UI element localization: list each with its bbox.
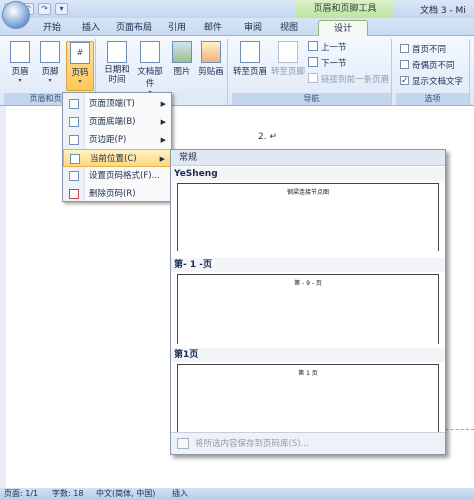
footer-button[interactable]: 页脚 ▾ [36, 41, 64, 91]
group-label-options: 选项 [396, 93, 469, 105]
quick-parts-icon [140, 41, 160, 63]
gallery-option-yesheng[interactable]: 钢梁连接节点图 [177, 183, 439, 251]
gallery-option-dash-page[interactable]: 第 - 9 - 页 [177, 274, 439, 344]
clip-art-button[interactable]: 剪贴画 [196, 41, 226, 91]
ribbon-tabs: 开始 插入 页面布局 引用 邮件 审阅 视图 设计 [0, 18, 474, 36]
current-position-icon [70, 154, 80, 164]
document-text: 2. ↵ [258, 132, 277, 142]
menu-item-bottom-of-page[interactable]: 页面底端(B) ▶ [63, 113, 171, 131]
status-insert-mode[interactable]: 插入 [172, 488, 188, 500]
remove-icon [69, 189, 79, 199]
page-bottom-icon [69, 117, 79, 127]
office-button[interactable] [2, 1, 30, 29]
header-icon [10, 41, 30, 63]
gallery-section-title: 第- 1 -页 [171, 258, 445, 272]
goto-footer-icon [278, 41, 298, 63]
checkbox-checked-icon [400, 74, 409, 88]
clip-art-icon [201, 41, 221, 63]
tab-view[interactable]: 视图 [274, 20, 304, 36]
checkbox-icon [400, 44, 409, 53]
tab-references[interactable]: 引用 [162, 20, 192, 36]
goto-header-button[interactable]: 转至页眉 [232, 41, 268, 91]
link-icon [308, 73, 318, 83]
gallery-header: 常规 [171, 150, 445, 166]
group-label-navigation: 导航 [232, 93, 391, 105]
navigation-group: 转至页眉 转至页脚 上一节 下一节 链接到前一条页眉 导航 [232, 39, 392, 105]
current-position-gallery: 常规 YeSheng 钢梁连接节点图 第- 1 -页 第 - 9 - 页 第1页… [170, 149, 446, 455]
thumbnail-caption: 第 1 页 [298, 370, 318, 377]
link-previous-button[interactable]: 链接到前一条页眉 [308, 73, 389, 87]
page-number-menu: 页面顶端(T) ▶ 页面底端(B) ▶ 页边距(P) ▶ 当前位置(C) ▶ 设… [62, 92, 172, 202]
document-title: 文档 3 - Mi [420, 6, 466, 16]
page-top-icon [69, 99, 79, 109]
page-number-icon: # [70, 42, 90, 64]
submenu-arrow-icon: ▶ [160, 118, 166, 126]
submenu-arrow-icon: ▶ [159, 155, 165, 163]
date-time-button[interactable]: 日期和 时间 [102, 41, 132, 91]
thumbnail-caption: 钢梁连接节点图 [286, 189, 329, 196]
thumbnail-caption: 第 - 9 - 页 [294, 280, 322, 287]
redo-icon[interactable]: ↷ [38, 3, 51, 15]
previous-section-button[interactable]: 上一节 [308, 41, 347, 55]
menu-item-page-margins[interactable]: 页边距(P) ▶ [63, 131, 171, 149]
odd-even-different-checkbox[interactable]: 奇偶页不同 [400, 59, 455, 73]
header-button[interactable]: 页眉 ▾ [6, 41, 34, 91]
tab-page-layout[interactable]: 页面布局 [112, 20, 156, 36]
save-gallery-icon [177, 438, 189, 449]
status-bar: 页面: 1/1 字数: 18 中文(简体, 中国) 插入 [0, 488, 474, 500]
menu-item-remove-page-numbers[interactable]: 删除页码(R) [63, 185, 171, 203]
contextual-tab-title: 页眉和页脚工具 [296, 0, 394, 18]
menu-item-format-page-numbers[interactable]: 设置页码格式(F)... [63, 167, 171, 185]
gallery-option-page-n[interactable]: 第 1 页 [177, 364, 439, 432]
menu-item-current-position[interactable]: 当前位置(C) ▶ [63, 149, 171, 167]
checkbox-icon [400, 60, 409, 69]
tab-insert[interactable]: 插入 [74, 20, 108, 36]
page-margin-icon [69, 135, 79, 145]
vertical-ruler [0, 106, 6, 488]
customize-icon[interactable]: ▾ [55, 3, 68, 15]
show-document-text-checkbox[interactable]: 显示文档文字 [400, 74, 463, 89]
status-language[interactable]: 中文(简体, 中国) [96, 488, 155, 500]
goto-footer-button[interactable]: 转至页脚 [270, 41, 306, 91]
arrow-up-icon [308, 41, 318, 51]
options-group: 首页不同 奇偶页不同 显示文档文字 选项 [396, 39, 470, 105]
submenu-arrow-icon: ▶ [160, 136, 166, 144]
tab-design[interactable]: 设计 [318, 20, 368, 36]
first-page-different-checkbox[interactable]: 首页不同 [400, 43, 446, 57]
gallery-section-title: 第1页 [171, 348, 445, 362]
status-page[interactable]: 页面: 1/1 [4, 488, 38, 500]
tab-review[interactable]: 审阅 [238, 20, 268, 36]
title-bar: ▣ ↶ ↷ ▾ 页眉和页脚工具 文档 3 - Mi [0, 0, 474, 18]
arrow-down-icon [308, 57, 318, 67]
next-section-button[interactable]: 下一节 [308, 57, 347, 71]
status-word-count[interactable]: 字数: 18 [52, 488, 83, 500]
picture-button[interactable]: 图片 [168, 41, 196, 91]
menu-item-top-of-page[interactable]: 页面顶端(T) ▶ [63, 95, 171, 113]
format-icon [69, 171, 79, 181]
tab-home[interactable]: 开始 [34, 20, 70, 36]
calendar-icon [107, 41, 127, 63]
save-to-gallery-item[interactable]: 将所选内容保存到页码库(S)... [171, 432, 445, 454]
page-number-button[interactable]: # 页码 ▾ [66, 41, 94, 91]
footer-icon [40, 41, 60, 63]
gallery-section-title: YeSheng [171, 167, 445, 181]
submenu-arrow-icon: ▶ [160, 100, 166, 108]
quick-parts-button[interactable]: 文档部件▾ [134, 41, 166, 96]
goto-header-icon [240, 41, 260, 63]
picture-icon [172, 41, 192, 63]
tab-mailings[interactable]: 邮件 [198, 20, 228, 36]
